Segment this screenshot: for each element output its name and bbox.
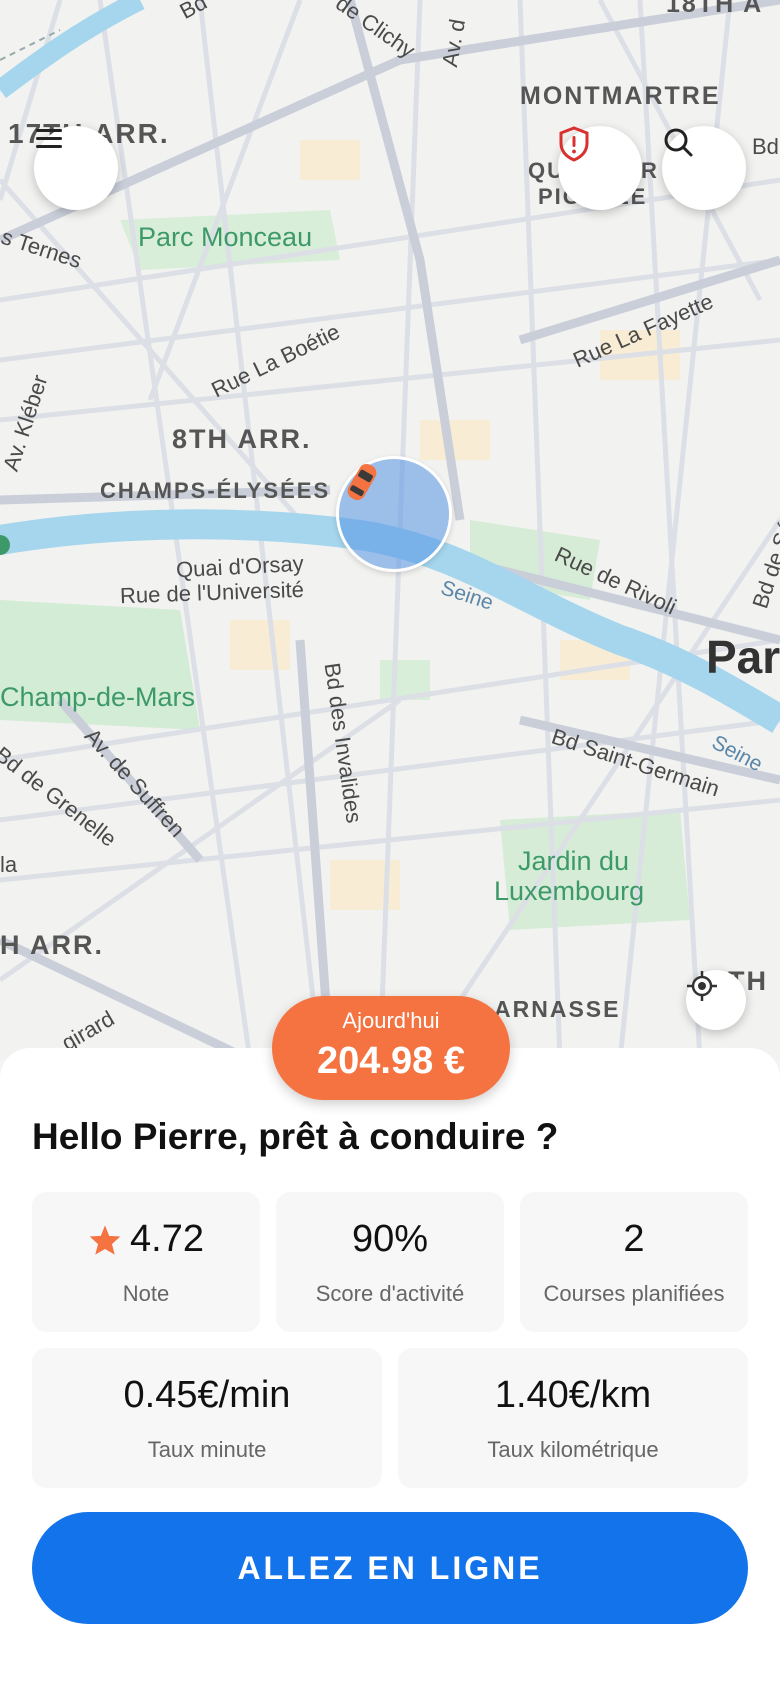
per-minute-rate-caption: Taux minute xyxy=(147,1437,267,1462)
scheduled-rides-value: 2 xyxy=(623,1218,645,1260)
safety-button[interactable] xyxy=(558,126,642,210)
map-label: Par xyxy=(706,631,780,683)
star-icon xyxy=(89,1224,121,1255)
map-label: Jardin du xyxy=(518,846,630,876)
scheduled-rides-card[interactable]: 2 Courses planifiées xyxy=(520,1192,748,1332)
per-km-rate-caption: Taux kilométrique xyxy=(487,1437,659,1462)
menu-button[interactable] xyxy=(34,126,118,210)
earnings-label: Ajourd'hui xyxy=(342,1008,440,1033)
map-label: CHAMPS-ÉLYSÉES xyxy=(100,478,331,503)
map-label: 18TH A xyxy=(666,0,764,18)
activity-score-value: 90% xyxy=(351,1218,429,1260)
rating-value: 4.72 xyxy=(130,1218,204,1260)
map-label: H ARR. xyxy=(0,930,104,960)
map-label: MONTMARTRE xyxy=(520,82,721,110)
per-km-rate-card: 1.40€/km Taux kilométrique xyxy=(398,1348,748,1488)
vehicle-location-marker xyxy=(336,456,452,572)
map-label: Luxembourg xyxy=(494,876,645,906)
map-view[interactable]: Bd de Clichy Av. d 18TH A MONTMARTRE 17T… xyxy=(0,0,780,1060)
shield-alert-icon xyxy=(559,126,589,162)
scheduled-rides-caption: Courses planifiées xyxy=(543,1281,725,1306)
map-label: la xyxy=(0,852,18,877)
recenter-button[interactable] xyxy=(686,970,746,1030)
today-earnings-badge[interactable]: Ajourd'hui 204.98 € xyxy=(272,996,510,1100)
map-label: Bd xyxy=(752,134,779,159)
search-button[interactable] xyxy=(662,126,746,210)
per-km-rate-value: 1.40€/km xyxy=(494,1374,652,1416)
search-icon xyxy=(664,128,693,157)
locate-icon xyxy=(687,971,717,1001)
rating-caption: Note xyxy=(122,1281,170,1306)
rating-card: 4.72 Note xyxy=(32,1192,260,1332)
car-icon xyxy=(347,463,377,501)
map-label: Champ-de-Mars xyxy=(0,682,196,712)
earnings-amount: 204.98 € xyxy=(317,1040,465,1082)
activity-score-caption: Score d'activité xyxy=(315,1281,465,1306)
go-online-button[interactable]: ALLEZ EN LIGNE xyxy=(32,1512,748,1624)
map-label: ARNASSE xyxy=(494,996,621,1022)
map-label: Parc Monceau xyxy=(138,222,313,252)
per-minute-rate-value: 0.45€/min xyxy=(123,1374,291,1416)
greeting-title: Hello Pierre, prêt à conduire ? xyxy=(32,1116,559,1157)
map-label: 8TH ARR. xyxy=(172,424,312,454)
activity-score-card: 90% Score d'activité xyxy=(276,1192,504,1332)
per-minute-rate-card: 0.45€/min Taux minute xyxy=(32,1348,382,1488)
menu-icon xyxy=(36,129,62,148)
